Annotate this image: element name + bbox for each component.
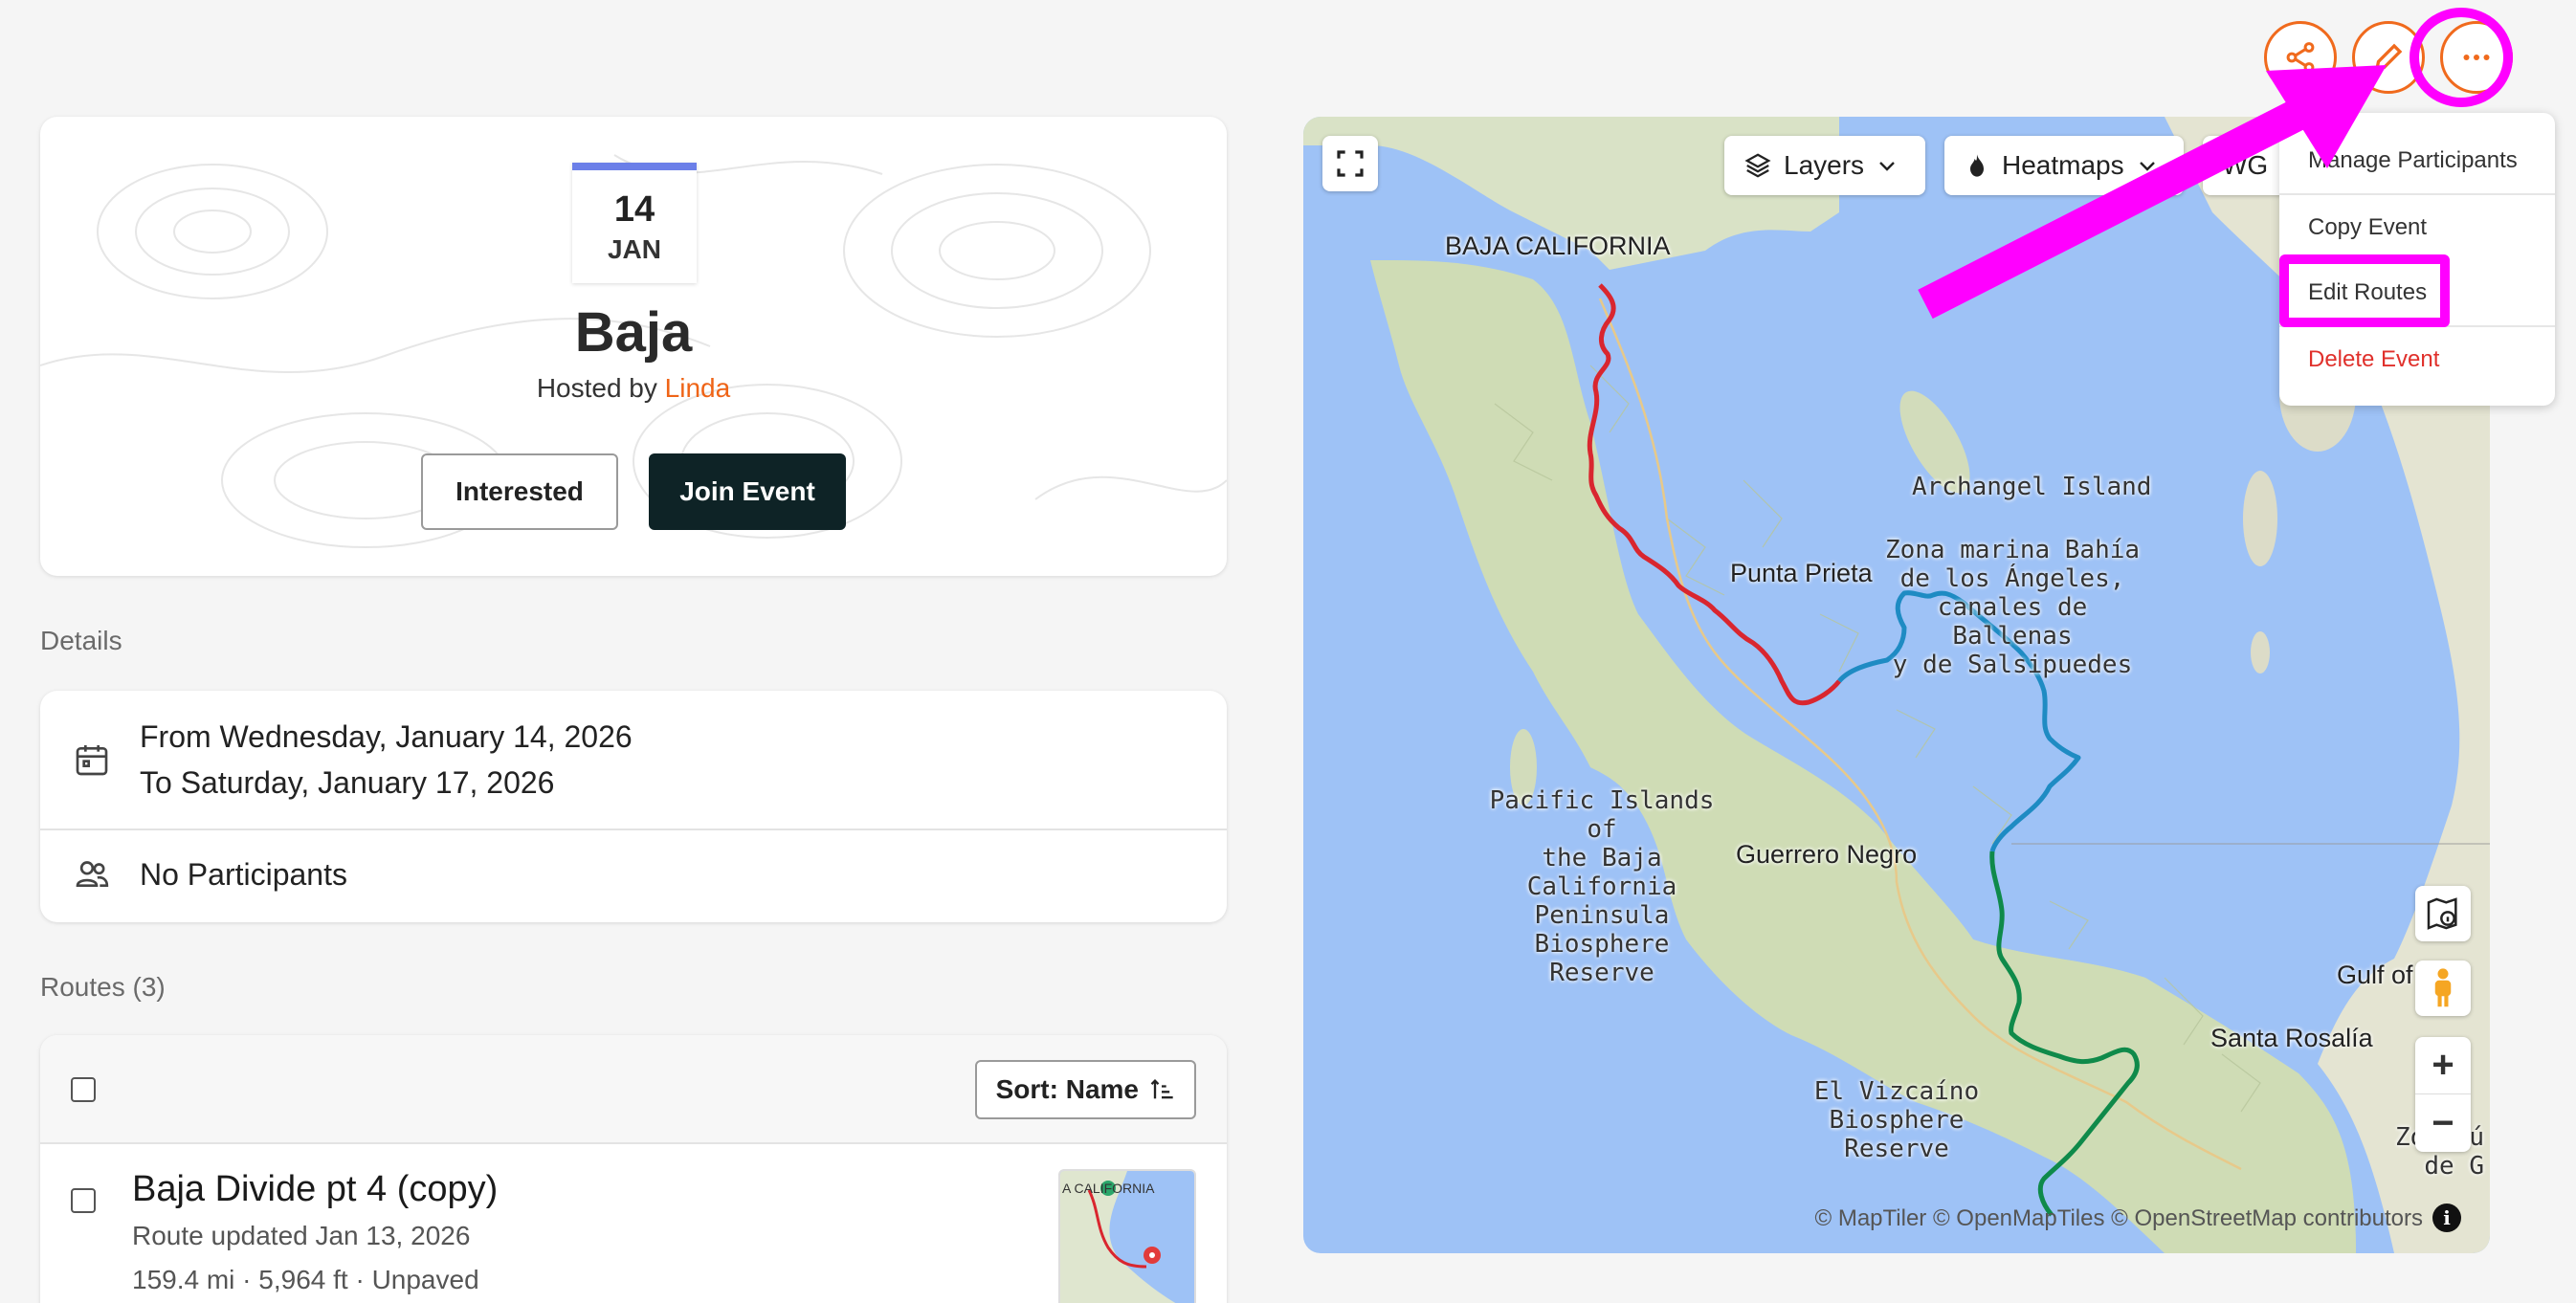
share-button[interactable] <box>2264 21 2337 94</box>
heatmaps-dropdown[interactable]: Heatmaps <box>1944 136 2184 195</box>
event-date-from: From Wednesday, January 14, 2026 <box>140 719 633 754</box>
street-view-button[interactable] <box>2415 961 2471 1016</box>
map-label-baja-california: BAJA CALIFORNIA <box>1445 232 1671 260</box>
join-event-button[interactable]: Join Event <box>649 453 846 530</box>
map-label-line: canales de Ballenas <box>1937 593 2088 651</box>
details-card: From Wednesday, January 14, 2026 To Satu… <box>40 691 1227 922</box>
calendar-icon <box>76 745 108 776</box>
attribution-info-icon[interactable]: i <box>2432 1204 2461 1232</box>
sort-button[interactable]: Sort: Name <box>974 1060 1196 1119</box>
event-response-buttons: Interested Join Event <box>40 453 1227 530</box>
map-label-line: Gulf of <box>2337 961 2413 989</box>
menu-item-manage-participants[interactable]: Manage Participants <box>2308 147 2518 174</box>
map-label-line: de G <box>2424 1152 2484 1181</box>
select-all-checkbox[interactable] <box>71 1077 96 1102</box>
event-date-to: To Saturday, January 17, 2026 <box>140 765 555 800</box>
route-stats: 159.4 mi · 5,964 ft · Unpaved <box>132 1265 479 1294</box>
interested-button[interactable]: Interested <box>421 453 618 530</box>
map-label-santa-rosalia: Santa Rosalía <box>2210 1024 2373 1052</box>
fullscreen-icon <box>1337 150 1364 177</box>
event-date-day: 14 <box>613 189 655 230</box>
fullscreen-button[interactable] <box>1322 136 1378 191</box>
zoom-controls: + − <box>2415 1037 2471 1152</box>
map-attribution[interactable]: © MapTiler © OpenMapTiles © OpenStreetMa… <box>1814 1205 2423 1232</box>
participants-icon <box>76 861 109 887</box>
more-options-button[interactable] <box>2440 21 2513 94</box>
event-date-badge: 14 JAN <box>572 163 697 283</box>
details-heading: Details <box>40 626 122 655</box>
menu-item-copy-event[interactable]: Copy Event <box>2308 214 2427 241</box>
map-label-line: Reserve <box>1549 959 1654 987</box>
event-dates-row: From Wednesday, January 14, 2026 To Satu… <box>40 714 1227 806</box>
event-actions <box>2264 21 2513 94</box>
map-label-el-vizcaino: El Vizcaíno Biosphere Reserve <box>1782 1077 2011 1163</box>
route-updated-date: Route updated Jan 13, 2026 <box>132 1221 471 1250</box>
sort-label: Sort: Name <box>995 1074 1139 1104</box>
ellipsis-icon <box>2463 55 2490 60</box>
flame-icon <box>1970 154 1984 177</box>
map-label-punta-prieta: Punta Prieta <box>1730 559 1873 587</box>
map-label-line: El Vizcaíno <box>1813 1077 1980 1106</box>
map-label-line: y de Salsipuedes <box>1892 651 2133 679</box>
share-icon <box>2286 42 2315 73</box>
map-info-button[interactable] <box>2415 886 2471 941</box>
thumbnail-label: A CALIFORNIA <box>1062 1181 1155 1196</box>
route-thumbnail-map[interactable]: A CALIFORNIA <box>1058 1169 1196 1303</box>
map-label-line: ú <box>2469 1123 2484 1152</box>
host-link[interactable]: Linda <box>665 373 731 403</box>
map-label-line: de los Ángeles, <box>1899 564 2125 593</box>
sort-ascending-icon <box>1150 1079 1173 1099</box>
map-label-line: Pacific Islands of <box>1489 786 1715 844</box>
routes-toolbar: Sort: Name <box>40 1035 1227 1144</box>
map-info-icon <box>2427 897 2457 930</box>
event-host-line: Hosted by Linda <box>40 373 1227 404</box>
layers-icon <box>1744 153 1771 178</box>
map-label-pacific-islands: Pacific Islands of the Baja California P… <box>1468 786 1736 987</box>
hosted-by-label: Hosted by <box>536 373 657 403</box>
format-label: WG <box>2222 150 2269 180</box>
zoom-in-button[interactable]: + <box>2415 1037 2471 1094</box>
map-label-archangel: Archangel Island <box>1912 473 2152 501</box>
menu-divider <box>2279 325 2555 327</box>
layers-dropdown[interactable]: Layers <box>1724 136 1925 195</box>
map-label-line: Peninsula Biosphere <box>1534 901 1670 959</box>
routes-heading: Routes (3) <box>40 972 166 1002</box>
participants-count: No Participants <box>140 857 347 892</box>
menu-item-edit-routes[interactable]: Edit Routes <box>2308 279 2427 306</box>
chevron-down-icon <box>2139 162 2155 171</box>
event-title: Baja <box>574 301 693 364</box>
route-checkbox[interactable] <box>71 1188 96 1213</box>
pencil-icon <box>2374 43 2403 72</box>
participants-row[interactable]: No Participants <box>40 851 1227 897</box>
zoom-out-button[interactable]: − <box>2415 1094 2471 1152</box>
details-divider <box>40 828 1227 830</box>
event-header-card: 14 JAN Baja Hosted by Linda Interested J… <box>40 117 1227 576</box>
menu-item-delete-event[interactable]: Delete Event <box>2308 346 2439 373</box>
menu-divider <box>2279 193 2555 195</box>
heatmaps-label: Heatmaps <box>2002 150 2124 180</box>
map-label-line: Biosphere Reserve <box>1829 1106 1965 1163</box>
more-options-menu: Manage Participants Copy Event Edit Rout… <box>2279 113 2555 406</box>
event-date-month: JAN <box>607 234 661 264</box>
layers-label: Layers <box>1784 150 1865 180</box>
map-label-zona-marina: Zona marina Bahía de los Ángeles, canale… <box>1883 536 2142 679</box>
pegman-icon <box>2434 968 2452 1007</box>
route-name[interactable]: Baja Divide pt 4 (copy) <box>132 1169 498 1210</box>
map-label-guerrero-negro: Guerrero Negro <box>1736 840 1918 869</box>
route-list-item[interactable]: Baja Divide pt 4 (copy) Route updated Ja… <box>40 1144 1227 1303</box>
edit-button[interactable] <box>2352 21 2425 94</box>
routes-card: Sort: Name Baja Divide pt 4 (copy) Route… <box>40 1035 1227 1303</box>
map-label-line: Zona marina Bahía <box>1884 536 2141 564</box>
map-label-line: the Baja California <box>1526 844 1677 901</box>
chevron-down-icon <box>1879 162 1895 171</box>
